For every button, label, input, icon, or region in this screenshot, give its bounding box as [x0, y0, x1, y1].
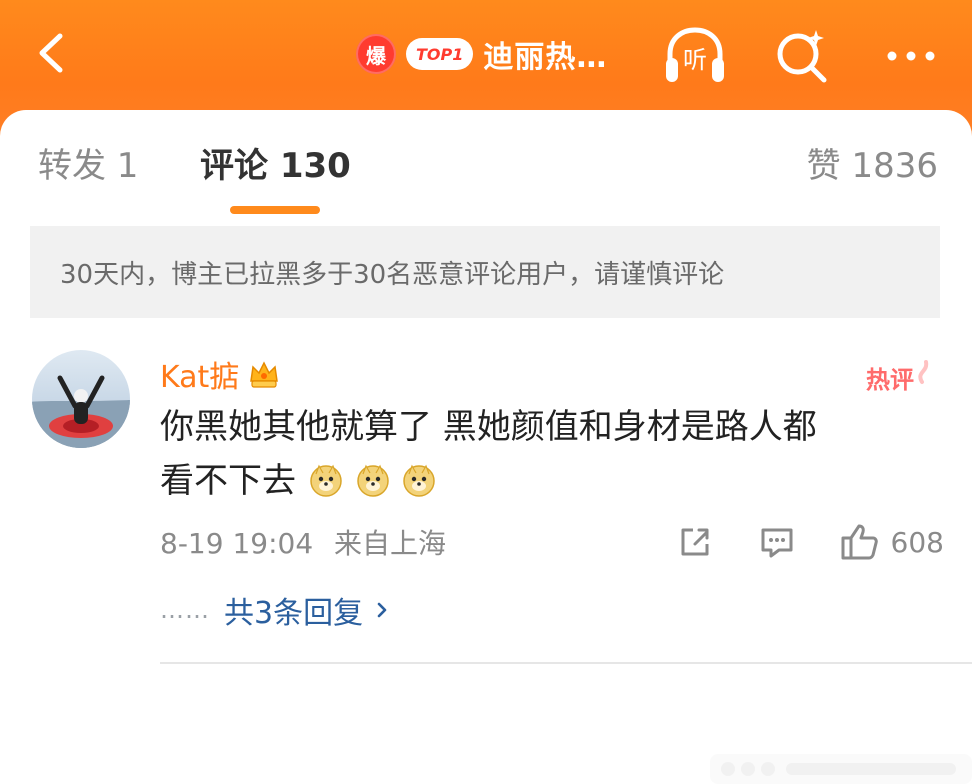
divider: [160, 662, 972, 664]
more-dots-icon: [887, 51, 935, 61]
svg-text:热评: 热评: [866, 366, 914, 394]
reply-summary-row: …… 共3条回复: [160, 588, 391, 632]
comment-timestamp: 8-19 19:04: [160, 527, 314, 560]
comment-icon: [761, 528, 793, 558]
svg-text:听: 听: [683, 46, 707, 74]
like-button[interactable]: [829, 512, 889, 572]
share-icon: [681, 528, 709, 556]
more-button[interactable]: [876, 24, 946, 88]
search-icon: [777, 30, 827, 83]
listen-button[interactable]: 听: [660, 24, 730, 88]
reply-dots: ……: [160, 596, 210, 624]
comments-panel: 转发 1 评论 130 赞 1836 30天内，博主已拉黑多于30名恶意评论用户…: [0, 110, 972, 784]
top-actions: 听: [660, 24, 946, 88]
chevron-right-icon: [377, 602, 387, 618]
thumbs-up-icon: [841, 524, 878, 560]
back-button[interactable]: [28, 28, 78, 78]
view-replies-link[interactable]: 共3条回复: [224, 588, 391, 632]
active-tab-indicator: [230, 206, 320, 214]
watermark: [710, 754, 972, 784]
tab-bar: 转发 1 评论 130 赞 1836: [0, 110, 972, 222]
comment-notice: 30天内，博主已拉黑多于30名恶意评论用户，请谨慎评论: [30, 226, 940, 318]
comment-text-line2: 看不下去: [160, 461, 296, 501]
rank-badge: TOP1: [406, 38, 474, 70]
username[interactable]: Kat掂: [160, 352, 281, 396]
username-text: Kat掂: [160, 360, 240, 395]
comment-meta: 8-19 19:04 来自上海: [160, 522, 446, 562]
tab-repost[interactable]: 转发 1: [38, 138, 138, 187]
reply-button[interactable]: [747, 512, 807, 572]
headphones-icon: 听: [666, 27, 724, 82]
search-button[interactable]: [768, 24, 838, 88]
doge-emoji-icon: [356, 460, 390, 514]
crown-icon: [250, 361, 279, 388]
chevron-left-icon: [39, 33, 63, 73]
comment-text: 你黑她其他就算了 黑她颜值和身材是路人都 看不下去: [160, 400, 940, 514]
comment-text-line2-wrap: 看不下去: [160, 454, 940, 514]
tab-likes[interactable]: 赞 1836: [807, 138, 938, 187]
reply-summary-text: 共3条回复: [224, 596, 364, 631]
avatar-image: [32, 375, 130, 448]
comment-text-line1: 你黑她其他就算了 黑她颜值和身材是路人都: [160, 407, 817, 447]
share-button[interactable]: [665, 512, 725, 572]
comment-item[interactable]: Kat掂 热评 你黑她其他就算了 黑她颜值和身材是路人都 看不下去 8-19 1…: [0, 336, 972, 676]
avatar[interactable]: [32, 350, 130, 448]
doge-emoji-icon: [402, 460, 436, 514]
topic-title-group[interactable]: 爆 TOP1 迪丽热…: [356, 26, 607, 82]
like-count: 608: [890, 525, 944, 559]
hot-badge: 爆: [356, 34, 396, 74]
doge-emoji-icon: [309, 460, 343, 514]
comment-location: 来自上海: [334, 527, 447, 560]
page-title: 迪丽热…: [483, 40, 608, 75]
hot-comment-badge: 热评: [866, 360, 929, 394]
tab-comments[interactable]: 评论 130: [200, 138, 351, 187]
comment-actions: 608: [665, 512, 944, 572]
